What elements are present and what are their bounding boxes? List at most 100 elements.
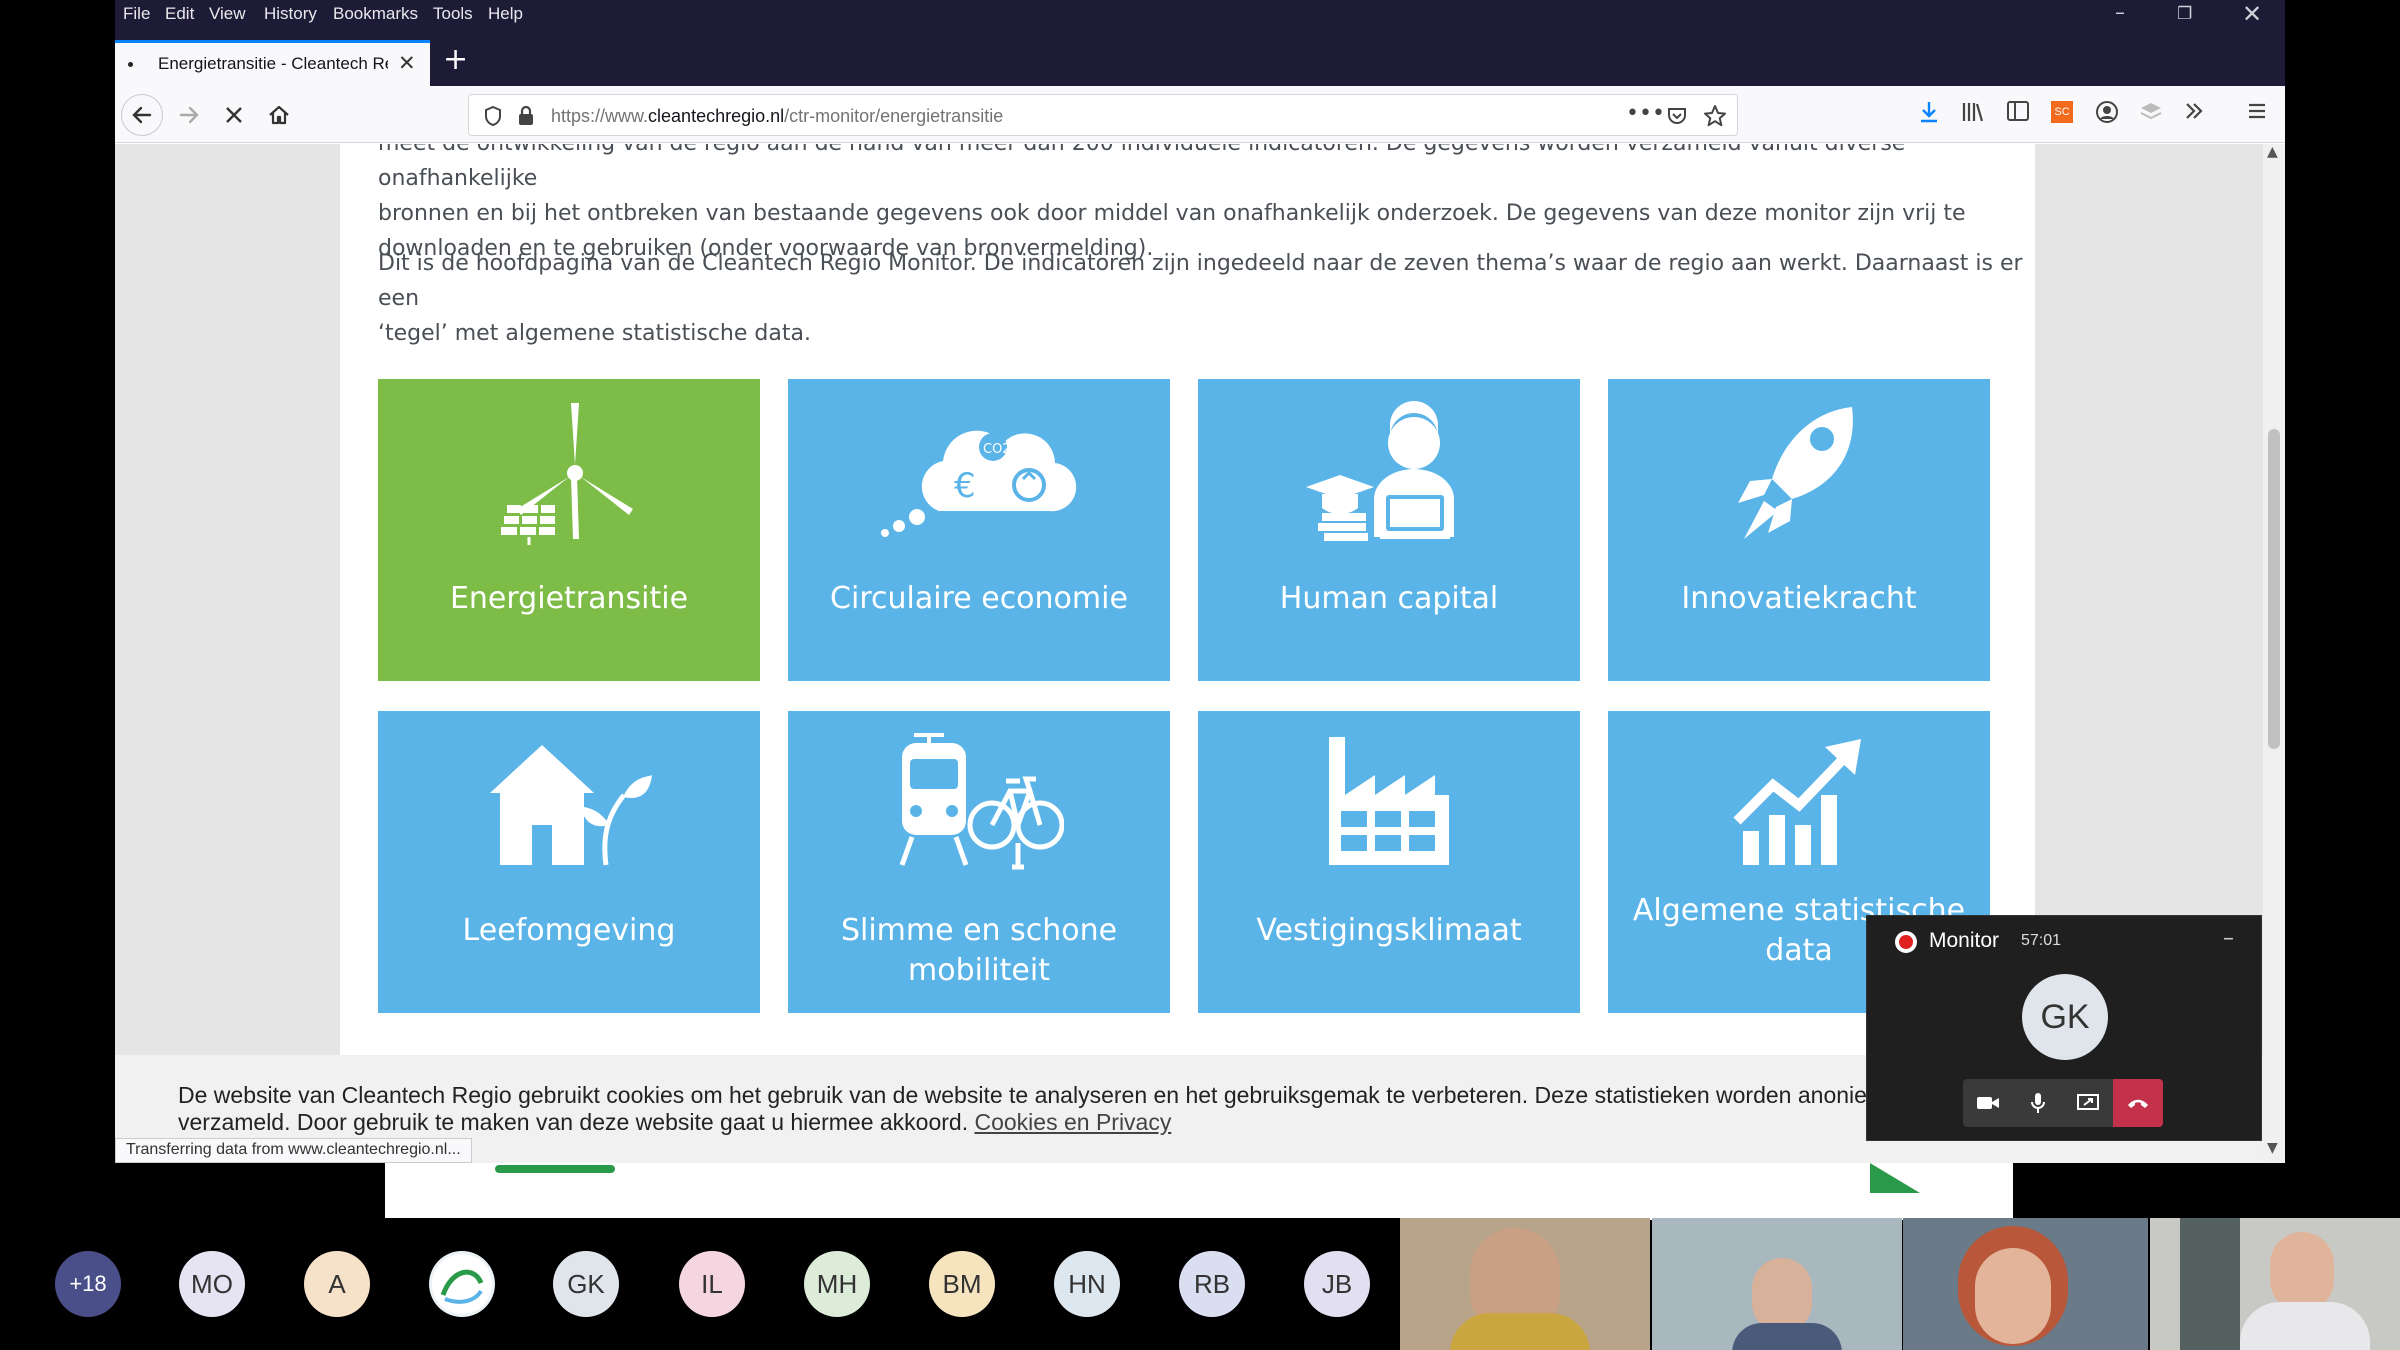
account-icon[interactable]: [2095, 100, 2119, 124]
shield-icon[interactable]: [483, 105, 503, 127]
participant-video-4[interactable]: [2150, 1218, 2400, 1350]
tile-slimme-schone-mobiliteit[interactable]: Slimme en schone mobiliteit: [788, 711, 1170, 1013]
restore-icon[interactable]: ❐: [2177, 4, 2192, 24]
call-timer: 57:01: [2021, 932, 2062, 949]
intro-line-2: bronnen en bij het ontbreken van bestaan…: [378, 201, 1966, 226]
minimize-icon[interactable]: –: [2115, 0, 2125, 24]
tab-title: Energietransitie - Cleantech Re: [158, 54, 388, 73]
close-window-icon[interactable]: ✕: [2242, 0, 2262, 28]
close-tab-icon[interactable]: ✕: [398, 51, 416, 75]
forward-button[interactable]: [168, 94, 210, 136]
back-button[interactable]: [121, 94, 163, 136]
main-line-1: Dit is de hoofdpagina van de Cleantech R…: [378, 251, 2023, 311]
participant-video-2[interactable]: [1652, 1218, 1902, 1350]
overflow-chevron-icon[interactable]: [2183, 100, 2205, 122]
speaker-avatar: GK: [2022, 974, 2108, 1060]
train-bike-icon: [788, 725, 1170, 875]
cookies-privacy-link[interactable]: Cookies en Privacy: [974, 1109, 1171, 1135]
recording-icon: [1895, 931, 1917, 953]
tile-innovatiekracht[interactable]: Innovatiekracht: [1608, 379, 1990, 681]
avatar-mo[interactable]: MO: [179, 1251, 245, 1317]
menu-history[interactable]: History: [264, 4, 317, 24]
extension-layers-icon[interactable]: [2139, 100, 2163, 124]
tile-energietransitie[interactable]: Energietransitie: [378, 379, 760, 681]
tile-circulaire-economie[interactable]: € CO2 Circulaire economie: [788, 379, 1170, 681]
lock-icon[interactable]: [517, 105, 535, 127]
tile-human-capital[interactable]: Human capital: [1198, 379, 1580, 681]
tile-vestigingsklimaat[interactable]: Vestigingsklimaat: [1198, 711, 1580, 1013]
navigation-bar: https://www.cleantechregio.nl/ctr-monito…: [115, 86, 2285, 143]
new-tab-icon[interactable]: +: [443, 42, 468, 77]
participant-video-3[interactable]: [1903, 1218, 2148, 1350]
back-arrow-icon: [132, 106, 152, 124]
menu-bar: File Edit View History Bookmarks Tools H…: [115, 0, 2285, 30]
extension-sc-icon[interactable]: SC: [2051, 101, 2073, 123]
menu-tools[interactable]: Tools: [433, 4, 473, 24]
intro-line-1: meet de ontwikkeling van de regio aan de…: [378, 144, 1905, 191]
library-icon[interactable]: [1961, 100, 1985, 124]
svg-text:€: €: [954, 466, 976, 506]
address-bar[interactable]: https://www.cleantechregio.nl/ctr-monito…: [468, 94, 1738, 136]
avatar-il[interactable]: IL: [679, 1251, 745, 1317]
menu-view[interactable]: View: [209, 4, 246, 24]
tile-label: Vestigingsklimaat: [1256, 913, 1522, 948]
camera-button[interactable]: [1963, 1079, 2013, 1127]
hang-up-button[interactable]: [2113, 1079, 2163, 1127]
main-line-2: ‘tegel’ met algemene statistische data.: [378, 321, 811, 346]
vertical-scrollbar[interactable]: ▲ ▼: [2263, 144, 2285, 1163]
downloads-icon[interactable]: [1918, 100, 1940, 124]
stop-icon: [226, 107, 242, 123]
share-screen-button[interactable]: [2063, 1079, 2113, 1127]
scrollbar-thumb[interactable]: [2268, 429, 2280, 749]
avatar-cleantech-logo[interactable]: [429, 1251, 495, 1317]
meeting-monitor-window: Monitor 57:01 – GK: [1866, 915, 2262, 1141]
pocket-icon[interactable]: [1666, 105, 1688, 127]
person-laptop-icon: [1198, 399, 1580, 549]
minimize-monitor-icon[interactable]: –: [2223, 926, 2234, 951]
growth-chart-icon: [1608, 725, 1990, 875]
menu-edit[interactable]: Edit: [165, 4, 194, 24]
avatar-mh[interactable]: MH: [804, 1251, 870, 1317]
avatar-jb[interactable]: JB: [1304, 1251, 1370, 1317]
tile-label: Slimme en schone mobiliteit: [798, 911, 1160, 991]
home-icon: [269, 105, 289, 125]
stop-button[interactable]: [213, 94, 255, 136]
tile-leefomgeving[interactable]: Leefomgeving: [378, 711, 760, 1013]
monitor-title: Monitor: [1929, 929, 2000, 952]
bookmark-star-icon[interactable]: [1703, 104, 1727, 128]
sidebar-icon[interactable]: [2006, 100, 2030, 122]
microphone-icon: [2031, 1093, 2045, 1113]
avatar-hn[interactable]: HN: [1054, 1251, 1120, 1317]
tile-label: Circulaire economie: [830, 581, 1128, 616]
page-actions-icon[interactable]: •••: [1626, 101, 1665, 126]
microphone-button[interactable]: [2013, 1079, 2063, 1127]
menu-help[interactable]: Help: [488, 4, 523, 24]
participant-video-1[interactable]: [1400, 1218, 1650, 1350]
tile-label-line-1: Slimme en schone: [840, 913, 1118, 948]
tile-label: Energietransitie: [449, 581, 689, 616]
tile-label: Innovatiekracht: [1681, 581, 1917, 616]
status-bar: Transferring data from www.cleantechregi…: [115, 1138, 472, 1163]
hamburger-menu-icon[interactable]: [2246, 100, 2268, 122]
tile-label: Leefomgeving: [462, 913, 676, 948]
participants-bar: +18 MO A GK IL MH BM HN RB JB: [0, 1218, 1400, 1350]
forward-arrow-icon: [179, 106, 199, 124]
avatar-rb[interactable]: RB: [1179, 1251, 1245, 1317]
home-button[interactable]: [258, 94, 300, 136]
logo-mark-icon: [1870, 1163, 1920, 1193]
scroll-down-icon[interactable]: ▼: [2267, 1140, 2278, 1156]
menu-file[interactable]: File: [123, 4, 150, 24]
tab-strip: Energietransitie - Cleantech Re ✕ +: [115, 30, 2285, 86]
share-screen-icon: [2077, 1094, 2099, 1110]
tile-label-line-2: mobiliteit: [908, 953, 1050, 988]
avatar-bm[interactable]: BM: [929, 1251, 995, 1317]
tab-energietransitie[interactable]: Energietransitie - Cleantech Re ✕: [115, 40, 430, 86]
scroll-up-icon[interactable]: ▲: [2267, 144, 2278, 160]
cookie-message: De website van Cleantech Regio gebruikt …: [178, 1082, 1988, 1136]
factory-icon: [1198, 725, 1580, 875]
avatar-gk[interactable]: GK: [553, 1251, 619, 1317]
menu-bookmarks[interactable]: Bookmarks: [333, 4, 418, 24]
more-participants[interactable]: +18: [55, 1251, 121, 1317]
partner-logo: [495, 1165, 615, 1173]
avatar-a[interactable]: A: [304, 1251, 370, 1317]
